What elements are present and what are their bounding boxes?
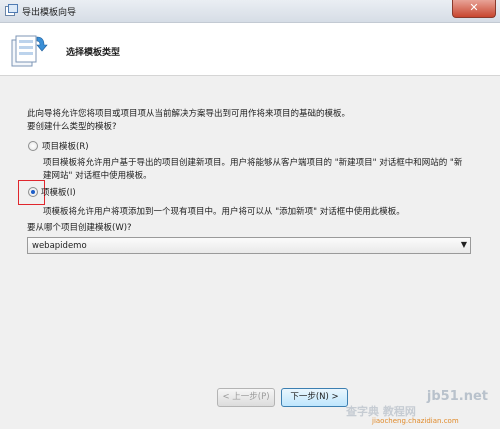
close-button[interactable]: ✕ [452, 0, 496, 18]
title-bar: 导出模板向导 ✕ [0, 0, 500, 23]
site-watermark: jb51.net 查字典 教程网 jiaocheng.chazidian.com [342, 389, 492, 425]
window-title: 导出模板向导 [22, 8, 77, 18]
template-type-question: 要创建什么类型的模板? [27, 122, 117, 132]
item-template-label[interactable]: 项模板(I) [41, 186, 76, 198]
wizard-header: 选择模板类型 [0, 23, 500, 76]
project-template-label[interactable]: 项目模板(R) [42, 140, 89, 152]
next-button[interactable]: 下一步(N) > [281, 388, 348, 407]
project-template-description-cont: 建网站" 对话框中使用模板。 [43, 171, 152, 181]
next-button-label: 下一步(N) > [290, 392, 339, 402]
chevron-down-icon: ▼ [460, 240, 467, 249]
back-button[interactable]: < 上一步(P) [217, 388, 275, 407]
export-template-wizard-window: 导出模板向导 ✕ 选择模板类型 此向导将允许您将项目或项目项从当前解决方案导出到… [0, 0, 500, 429]
page-title: 选择模板类型 [66, 48, 121, 58]
project-template-radio[interactable] [28, 141, 38, 151]
intro-text: 此向导将允许您将项目或项目项从当前解决方案导出到可用作将来项目的基础的模板。 [27, 109, 351, 119]
template-export-icon [11, 35, 48, 67]
wizard-content: 此向导将允许您将项目或项目项从当前解决方案导出到可用作将来项目的基础的模板。 要… [0, 76, 500, 376]
close-icon: ✕ [469, 1, 479, 14]
project-select-dropdown[interactable]: webapidemo ▼ [27, 237, 471, 254]
item-template-description: 项模板将允许用户将项添加到一个现有项目中。用户将可以从 "添加新项" 对话框中使… [43, 207, 405, 217]
wizard-app-icon [5, 4, 18, 16]
back-button-label: < 上一步(P) [222, 392, 270, 402]
radio-selected-dot [31, 190, 35, 194]
item-template-radio[interactable] [28, 187, 38, 197]
project-select-label: 要从哪个项目创建模板(W)? [27, 223, 132, 233]
watermark-url: jiaocheng.chazidian.com [372, 417, 459, 425]
project-template-description: 项目模板将允许用户基于导出的项目创建新项目。用户将能够从客户端项目的 "新建项目… [43, 158, 463, 168]
project-select-value: webapidemo [32, 241, 87, 251]
watermark-domain: jb51.net [426, 389, 488, 404]
